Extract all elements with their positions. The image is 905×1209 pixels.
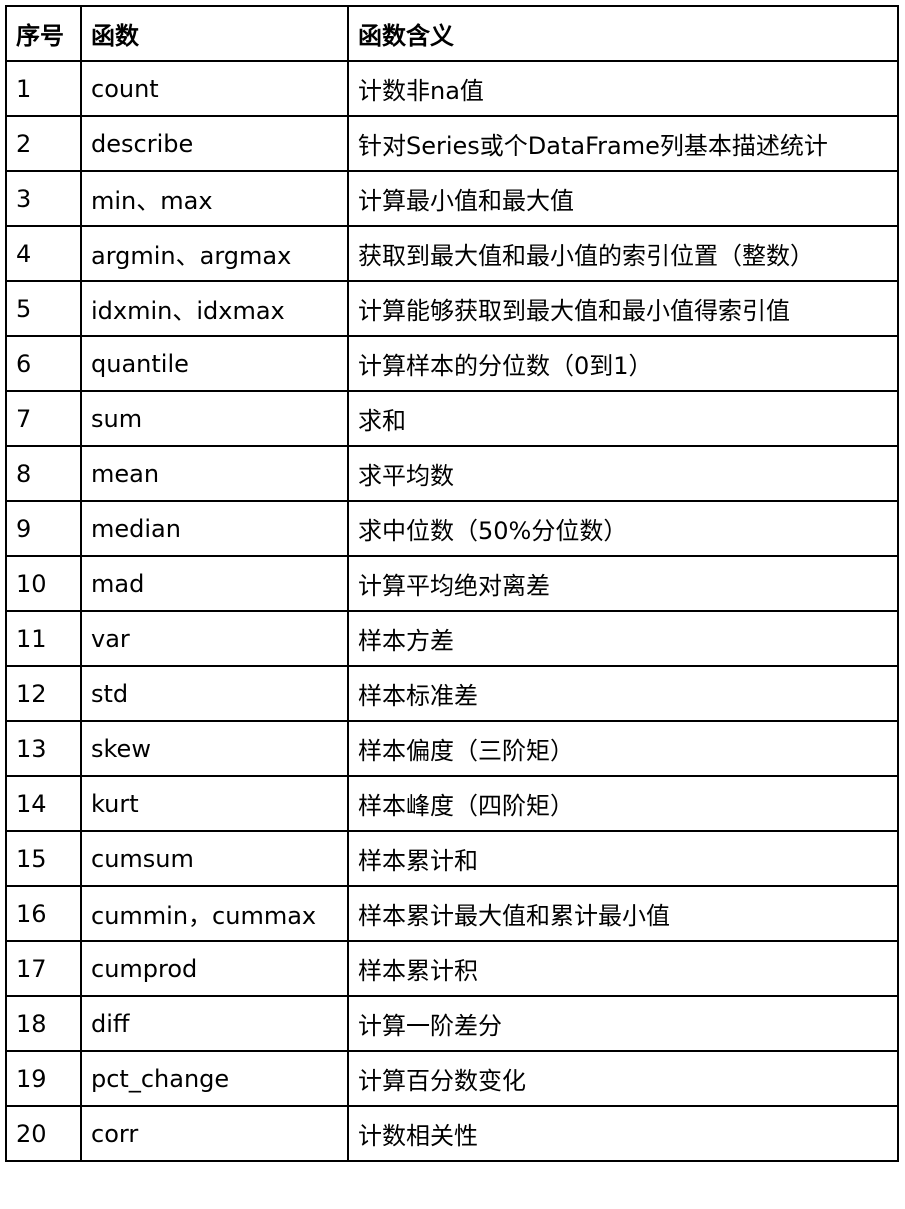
cell-meaning: 计算一阶差分 <box>347 995 899 1052</box>
table-row: 17 cumprod 样本累计积 <box>5 940 899 997</box>
cell-index: 5 <box>5 280 82 337</box>
cell-meaning: 计数非na值 <box>347 60 899 117</box>
table-header-row: 序号 函数 函数含义 <box>5 5 899 62</box>
cell-index: 13 <box>5 720 82 777</box>
cell-function: mad <box>80 555 349 612</box>
cell-meaning: 获取到最大值和最小值的索引位置（整数） <box>347 225 899 282</box>
cell-function: median <box>80 500 349 557</box>
cell-meaning: 计算样本的分位数（0到1） <box>347 335 899 392</box>
cell-index: 16 <box>5 885 82 942</box>
table-row: 4 argmin、argmax 获取到最大值和最小值的索引位置（整数） <box>5 225 899 282</box>
cell-index: 1 <box>5 60 82 117</box>
cell-index: 15 <box>5 830 82 887</box>
cell-meaning: 计数相关性 <box>347 1105 899 1162</box>
cell-function: cumprod <box>80 940 349 997</box>
table-row: 10 mad 计算平均绝对离差 <box>5 555 899 612</box>
cell-meaning: 样本峰度（四阶矩） <box>347 775 899 832</box>
cell-index: 14 <box>5 775 82 832</box>
cell-meaning: 样本累计积 <box>347 940 899 997</box>
cell-function: quantile <box>80 335 349 392</box>
cell-index: 20 <box>5 1105 82 1162</box>
cell-meaning: 样本标准差 <box>347 665 899 722</box>
cell-meaning: 样本累计和 <box>347 830 899 887</box>
cell-meaning: 计算最小值和最大值 <box>347 170 899 227</box>
cell-meaning: 样本累计最大值和累计最小值 <box>347 885 899 942</box>
cell-index: 12 <box>5 665 82 722</box>
cell-function: idxmin、idxmax <box>80 280 349 337</box>
cell-meaning: 求和 <box>347 390 899 447</box>
table-row: 19 pct_change 计算百分数变化 <box>5 1050 899 1107</box>
function-table: 序号 函数 函数含义 1 count 计数非na值 2 describe 针对Series… <box>5 5 899 1162</box>
cell-function: std <box>80 665 349 722</box>
cell-function: corr <box>80 1105 349 1162</box>
function-table-container: 序号 函数 函数含义 1 count 计数非na值 2 describe 针对Series… <box>5 5 899 1162</box>
table-row: 20 corr 计数相关性 <box>5 1105 899 1162</box>
header-meaning: 函数含义 <box>347 5 899 62</box>
cell-meaning: 样本偏度（三阶矩） <box>347 720 899 777</box>
cell-meaning: 计算百分数变化 <box>347 1050 899 1107</box>
cell-function: count <box>80 60 349 117</box>
cell-index: 9 <box>5 500 82 557</box>
table-row: 3 min、max 计算最小值和最大值 <box>5 170 899 227</box>
table-row: 16 cummin，cummax 样本累计最大值和累计最小值 <box>5 885 899 942</box>
cell-function: min、max <box>80 170 349 227</box>
cell-index: 10 <box>5 555 82 612</box>
cell-meaning: 针对Series或个DataFrame列基本描述统计 <box>347 115 899 172</box>
cell-index: 7 <box>5 390 82 447</box>
cell-index: 6 <box>5 335 82 392</box>
cell-function: cumsum <box>80 830 349 887</box>
table-row: 9 median 求中位数（50%分位数） <box>5 500 899 557</box>
cell-function: describe <box>80 115 349 172</box>
cell-meaning: 计算能够获取到最大值和最小值得索引值 <box>347 280 899 337</box>
table-row: 1 count 计数非na值 <box>5 60 899 117</box>
table-row: 7 sum 求和 <box>5 390 899 447</box>
table-row: 18 diff 计算一阶差分 <box>5 995 899 1052</box>
table-row: 2 describe 针对Series或个DataFrame列基本描述统计 <box>5 115 899 172</box>
table-row: 15 cumsum 样本累计和 <box>5 830 899 887</box>
cell-function: skew <box>80 720 349 777</box>
cell-meaning: 求平均数 <box>347 445 899 502</box>
cell-index: 3 <box>5 170 82 227</box>
cell-function: kurt <box>80 775 349 832</box>
cell-function: argmin、argmax <box>80 225 349 282</box>
table-row: 11 var 样本方差 <box>5 610 899 667</box>
cell-meaning: 求中位数（50%分位数） <box>347 500 899 557</box>
cell-index: 2 <box>5 115 82 172</box>
table-row: 8 mean 求平均数 <box>5 445 899 502</box>
table-row: 5 idxmin、idxmax 计算能够获取到最大值和最小值得索引值 <box>5 280 899 337</box>
cell-function: var <box>80 610 349 667</box>
table-row: 12 std 样本标准差 <box>5 665 899 722</box>
cell-function: cummin，cummax <box>80 885 349 942</box>
cell-index: 19 <box>5 1050 82 1107</box>
table-row: 14 kurt 样本峰度（四阶矩） <box>5 775 899 832</box>
cell-index: 11 <box>5 610 82 667</box>
cell-index: 17 <box>5 940 82 997</box>
cell-function: sum <box>80 390 349 447</box>
cell-function: mean <box>80 445 349 502</box>
cell-function: diff <box>80 995 349 1052</box>
table-row: 13 skew 样本偏度（三阶矩） <box>5 720 899 777</box>
table-row: 6 quantile 计算样本的分位数（0到1） <box>5 335 899 392</box>
cell-meaning: 样本方差 <box>347 610 899 667</box>
table-body: 1 count 计数非na值 2 describe 针对Series或个DataFrame… <box>5 60 899 1162</box>
cell-index: 18 <box>5 995 82 1052</box>
header-function: 函数 <box>80 5 349 62</box>
cell-meaning: 计算平均绝对离差 <box>347 555 899 612</box>
cell-index: 8 <box>5 445 82 502</box>
header-index: 序号 <box>5 5 82 62</box>
cell-index: 4 <box>5 225 82 282</box>
cell-function: pct_change <box>80 1050 349 1107</box>
